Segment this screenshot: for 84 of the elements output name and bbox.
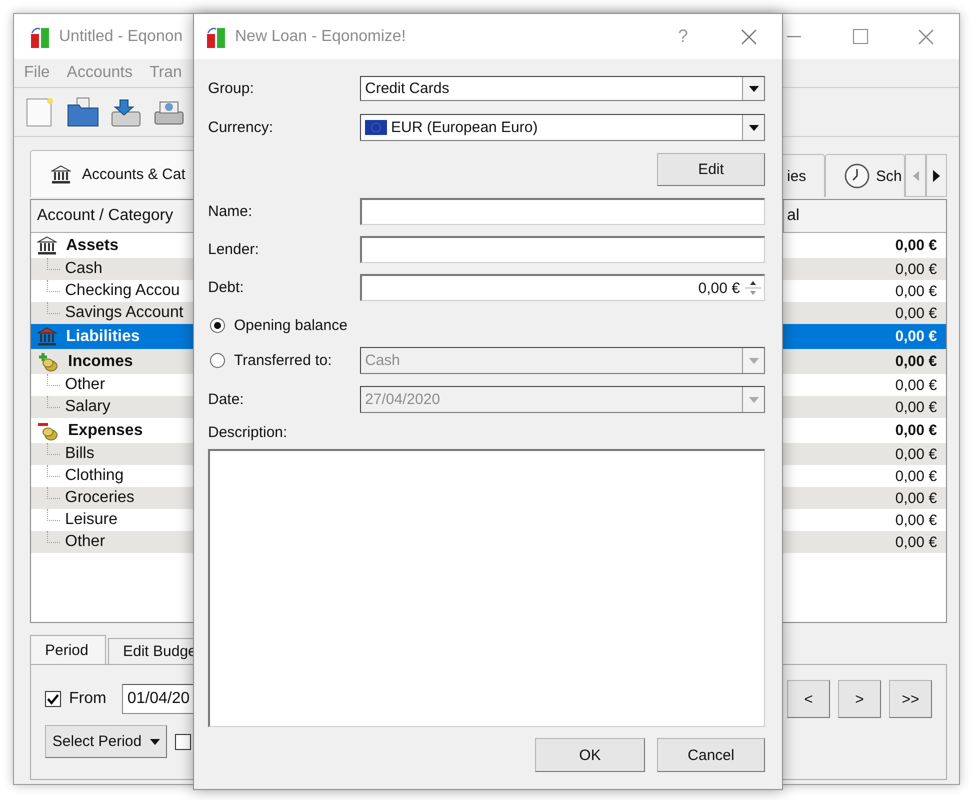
amount-cell-text: 0,00 € <box>894 468 938 484</box>
account-name: Other <box>65 533 106 551</box>
dropdown-arrow-icon <box>748 358 758 364</box>
field-label: Debt: <box>208 279 245 296</box>
dropdown-arrow-icon <box>748 86 758 92</box>
description-field[interactable] <box>208 449 765 727</box>
bank-icon <box>51 164 71 184</box>
left-arrow-icon <box>912 170 918 180</box>
account-name: Savings Account <box>65 304 184 322</box>
minimize-icon[interactable] <box>787 36 801 38</box>
account-name: Cash <box>65 260 102 278</box>
field-label: Name: <box>208 203 254 220</box>
amount-cell-text: 0,00 € <box>894 422 938 439</box>
clock-icon <box>844 163 870 189</box>
view-tab[interactable]: Sch <box>825 154 905 197</box>
group-name: Liabilities <box>66 328 140 346</box>
scroll-right-button[interactable] <box>926 154 947 197</box>
from-checkbox[interactable] <box>45 691 61 707</box>
account-name: Other <box>65 376 106 394</box>
amount-cell-text: 0,00 € <box>894 237 938 254</box>
app-icon <box>30 26 50 48</box>
nav-button[interactable]: > <box>838 680 881 718</box>
debt-field[interactable]: 0,00 € <box>360 274 765 301</box>
amount-cell-text: 0,00 € <box>894 260 938 278</box>
radio-label[interactable]: Transferred to: <box>234 352 332 369</box>
field-label: Lender: <box>208 241 260 258</box>
name-field[interactable] <box>360 198 765 225</box>
account-name: Salary <box>65 398 110 416</box>
account-name: Checking Accou <box>65 282 180 300</box>
folder-icon[interactable] <box>67 96 99 128</box>
field-label: Description: <box>208 424 288 440</box>
window-title: Untitled - Eqonon <box>59 28 183 46</box>
amount-cell-text: 0,00 € <box>894 398 938 416</box>
amount-cell-text: 0,00 € <box>894 353 938 370</box>
radio-dot-icon <box>214 322 221 328</box>
radio-button[interactable] <box>210 318 225 332</box>
new-document-icon[interactable] <box>24 96 56 128</box>
panel-tab[interactable]: Period <box>30 635 106 664</box>
dropdown-arrow-icon <box>748 124 758 130</box>
minus-coins-icon <box>37 420 59 440</box>
group-dropdown[interactable]: Credit Cards <box>360 76 765 101</box>
amount-cell-text: 0,00 € <box>894 376 938 394</box>
field-label: Date: <box>208 391 245 408</box>
account-name: Clothing <box>65 467 124 485</box>
amount-cell-text: 0,00 € <box>894 534 938 550</box>
radio-label[interactable]: Opening balance <box>234 316 348 334</box>
field-label: Currency: <box>208 119 274 136</box>
close-icon[interactable] <box>741 28 757 44</box>
checkbox[interactable] <box>175 734 191 750</box>
maximize-icon[interactable] <box>852 29 868 44</box>
edit-button[interactable]: Edit <box>657 153 765 186</box>
cancel-button[interactable]: Cancel <box>657 738 765 772</box>
close-icon[interactable] <box>918 28 934 44</box>
dropdown-arrow-icon <box>748 396 758 402</box>
flag-icon <box>365 120 387 135</box>
check-icon <box>47 694 59 704</box>
lender-field[interactable] <box>360 236 765 263</box>
bank-icon <box>37 236 57 255</box>
app-icon <box>206 26 226 48</box>
amount-cell-text: 0,00 € <box>894 446 938 462</box>
group-name: Expenses <box>68 422 143 440</box>
field-label: Group: <box>208 80 255 97</box>
nav-button[interactable]: >> <box>889 680 932 718</box>
bank-icon <box>37 327 57 346</box>
from-label: From <box>69 690 106 708</box>
account-name: Groceries <box>65 489 134 507</box>
group-name: Incomes <box>68 352 133 370</box>
amount-cell-text: 0,00 € <box>894 328 938 345</box>
dialog-title: New Loan - Eqonomize! <box>235 28 406 46</box>
ok-button[interactable]: OK <box>535 738 645 772</box>
amount-cell-text: 0,00 € <box>894 490 938 506</box>
caret-icon <box>150 738 160 744</box>
right-arrow-icon <box>933 170 940 182</box>
group-name: Assets <box>66 236 118 254</box>
radio-button[interactable] <box>210 353 225 368</box>
plus-coins-icon <box>37 352 59 372</box>
amount-cell-text: 0,00 € <box>894 512 938 528</box>
amount-cell-text: 0,00 € <box>894 282 938 300</box>
amount-cell-text: 0,00 € <box>894 304 938 322</box>
select-period-button[interactable]: Select Period <box>45 725 167 758</box>
nav-button[interactable]: < <box>787 680 830 718</box>
account-name: Leisure <box>65 511 118 529</box>
account-name: Bills <box>65 445 94 463</box>
currency-dropdown[interactable]: EUR (European Euro) <box>360 114 765 141</box>
